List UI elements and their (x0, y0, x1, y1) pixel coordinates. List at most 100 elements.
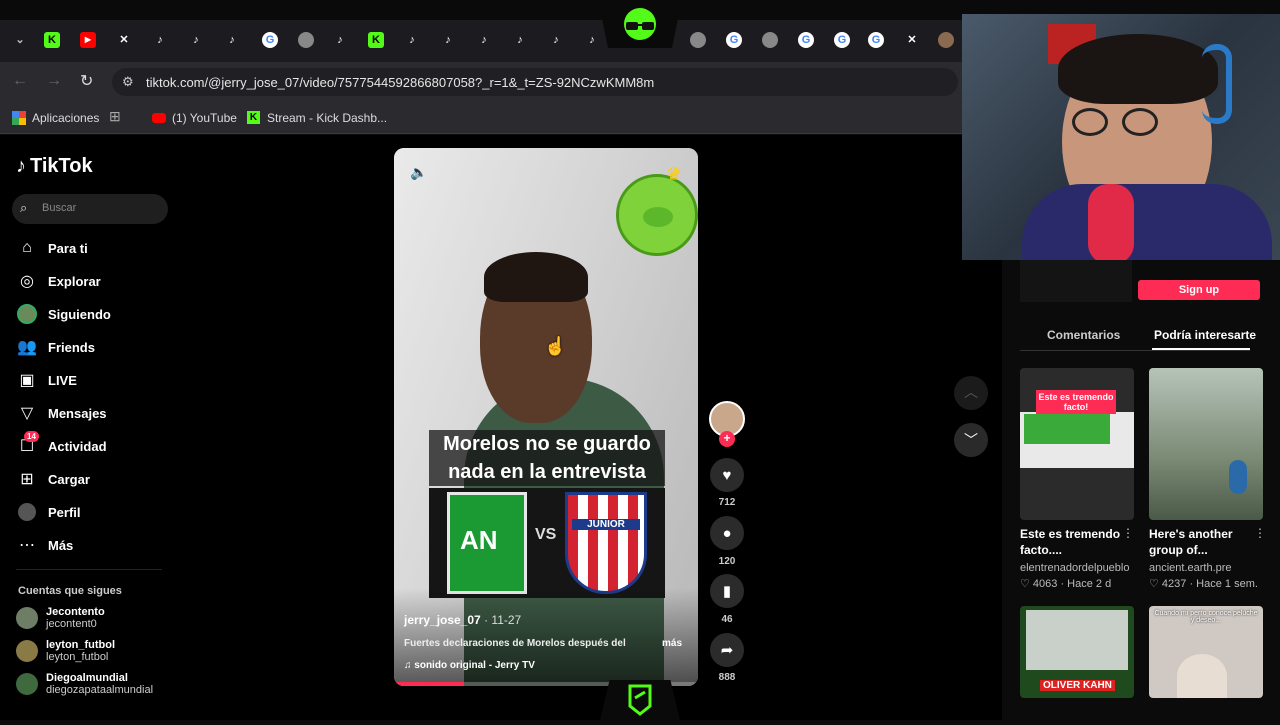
nav-live[interactable]: ▣ LIVE (16, 366, 76, 394)
tiktok-tab-icon[interactable]: ♪ (152, 32, 168, 48)
tiktok-tab-icon[interactable]: ♪ (548, 32, 564, 48)
youtube-tab-icon[interactable]: ▶ (80, 32, 96, 48)
nav-actividad[interactable]: ☐ 14 Actividad (16, 431, 107, 460)
junior-crest-icon: JUNIOR (565, 492, 647, 594)
bookmark-kick-dashboard[interactable]: Stream - Kick Dashb... (267, 111, 387, 125)
x-tab-icon[interactable]: ✕ (116, 32, 132, 48)
following-item[interactable]: Jecontento jecontent0 (16, 606, 105, 630)
video-author[interactable]: jerry_jose_07 (404, 613, 481, 627)
browser-tab-bar[interactable]: ⌄ K ▶ ✕ ♪ ♪ ♪ G ♪ K ♪ ♪ ♪ ♪ ♪ ♪ G G G G … (0, 20, 962, 62)
tiktok-tab-icon[interactable]: ♪ (332, 32, 348, 48)
right-panel: Sign up Comentarios Podría interesarte E… (1002, 260, 1280, 720)
kick-icon: K (247, 111, 260, 124)
x-tab-icon[interactable]: ✕ (904, 32, 920, 48)
tiktok-tab-icon[interactable]: ♪ (512, 32, 528, 48)
tiktok-tab-icon[interactable]: ♪ (404, 32, 420, 48)
glasses-left-icon (1072, 108, 1108, 136)
following-avatar-icon (16, 303, 38, 325)
kick-tab-icon[interactable]: K (368, 32, 384, 48)
tiktok-tab-icon[interactable]: ♪ (224, 32, 240, 48)
volume-icon[interactable]: 🔈 (410, 164, 427, 181)
sound-line[interactable]: ♫ sonido original - Jerry TV (404, 660, 535, 671)
card-author[interactable]: elentrenadordelpueblo (1020, 562, 1129, 574)
previous-video-button[interactable]: ︿ (954, 376, 988, 410)
tiktok-tab-icon[interactable]: ♪ (584, 32, 600, 48)
suggested-video-card[interactable]: Este es tremendo facto! (1020, 368, 1134, 520)
card-title[interactable]: Este es tremendo facto.... (1020, 526, 1126, 558)
more-link[interactable]: más (662, 638, 682, 649)
nav-cargar[interactable]: ⊞ Cargar (16, 465, 90, 493)
tab-groups-icon[interactable]: ⊞ (109, 108, 121, 125)
reload-icon[interactable]: ↻ (80, 71, 93, 91)
nav-perfil[interactable]: Perfil (16, 498, 81, 526)
following-item[interactable]: leyton_futbol leyton_futbol (16, 639, 115, 663)
card-author[interactable]: ancient.earth.pre (1149, 562, 1232, 574)
following-name: Diegoalmundial (46, 672, 128, 684)
tab-podria-interesarte[interactable]: Podría interesarte (1154, 328, 1256, 342)
microphone-icon (1088, 184, 1134, 260)
kick-tab-icon[interactable]: K (44, 32, 60, 48)
profile-tab-icon[interactable] (938, 32, 954, 48)
tab-list-chevron-icon[interactable]: ⌄ (12, 32, 28, 48)
globe-tab-icon[interactable] (298, 32, 314, 48)
nav-label: Actividad (48, 438, 107, 454)
card-more-icon[interactable]: ⋮ (1122, 526, 1134, 540)
tiktok-tab-icon[interactable]: ♪ (476, 32, 492, 48)
heart-icon: ♥ (722, 466, 732, 484)
bookmarks-bar: Aplicaciones ⊞ (1) YouTube K Stream - Ki… (0, 102, 962, 134)
like-button[interactable]: ♥ (710, 458, 744, 492)
google-tab-icon[interactable]: G (262, 32, 278, 48)
back-arrow-icon[interactable]: ← (12, 72, 28, 90)
globe-tab-icon[interactable] (762, 32, 778, 48)
search-input[interactable]: ⌕ Buscar (12, 194, 168, 224)
url-text[interactable]: tiktok.com/@jerry_jose_07/video/75775445… (146, 75, 654, 90)
glasses-right-icon (1122, 108, 1158, 136)
globe-tab-icon[interactable] (690, 32, 706, 48)
nav-explorar[interactable]: ◎ Explorar (16, 267, 101, 295)
suggested-video-card[interactable]: OLIVER KAHN (1020, 606, 1134, 698)
compass-icon: ◎ (20, 273, 34, 290)
more-dots-icon: ⋯ (19, 537, 35, 554)
following-item[interactable]: Diegoalmundial diegozapataalmundial (16, 672, 153, 696)
tiktok-tab-icon[interactable]: ♪ (188, 32, 204, 48)
bookmark-apps[interactable]: Aplicaciones (32, 111, 99, 125)
stream-logo-badge (598, 0, 682, 48)
author-line[interactable]: jerry_jose_07 · 11-27 (404, 613, 521, 627)
save-count: 46 (721, 614, 733, 625)
search-placeholder: Buscar (42, 202, 77, 214)
card-title[interactable]: Here's another group of... (1149, 526, 1259, 558)
nav-friends[interactable]: 👥 Friends (16, 333, 95, 361)
google-tab-icon[interactable]: G (834, 32, 850, 48)
google-tab-icon[interactable]: G (726, 32, 742, 48)
card-more-icon[interactable]: ⋮ (1254, 526, 1266, 540)
nav-mas[interactable]: ⋯ Más (16, 531, 73, 559)
vs-text: VS (535, 526, 557, 543)
sound-name[interactable]: sonido original - Jerry TV (414, 660, 535, 671)
video-player[interactable]: 🔈 ♛ Morelos no se guardo nada en la entr… (394, 148, 698, 686)
site-settings-icon[interactable]: ⚙ (122, 74, 134, 90)
next-video-button[interactable]: ﹀ (954, 423, 988, 457)
suggested-video-card[interactable] (1149, 368, 1263, 520)
follow-plus-icon[interactable]: + (719, 431, 735, 447)
share-button[interactable]: ➦ (710, 633, 744, 667)
apps-grid-icon[interactable] (12, 111, 26, 125)
bookmark-youtube[interactable]: (1) YouTube (172, 111, 237, 125)
comment-button[interactable]: ● (710, 516, 744, 550)
caption-line-1: Morelos no se guardo (443, 433, 651, 455)
tiktok-tab-icon[interactable]: ♪ (440, 32, 456, 48)
comment-count: 120 (718, 556, 736, 567)
nav-para-ti[interactable]: ⌂ Para ti (16, 234, 88, 262)
tab-comentarios[interactable]: Comentarios (1047, 328, 1120, 342)
forward-arrow-icon[interactable]: → (46, 72, 62, 90)
following-name: Jecontento (46, 606, 105, 618)
google-tab-icon[interactable]: G (798, 32, 814, 48)
tiktok-logo[interactable]: ♪ TikTok (16, 155, 93, 178)
google-tab-icon[interactable]: G (868, 32, 884, 48)
avatar (16, 673, 38, 695)
nav-mensajes[interactable]: ▽ Mensajes (16, 399, 107, 427)
suggested-video-card[interactable]: Cuando mi perro conoce peluche y deseo..… (1149, 606, 1263, 698)
sign-up-button[interactable]: Sign up (1138, 280, 1260, 300)
save-button[interactable]: ▮ (710, 574, 744, 608)
nav-siguiendo[interactable]: Siguiendo (16, 300, 111, 328)
search-icon: ⌕ (20, 200, 28, 215)
